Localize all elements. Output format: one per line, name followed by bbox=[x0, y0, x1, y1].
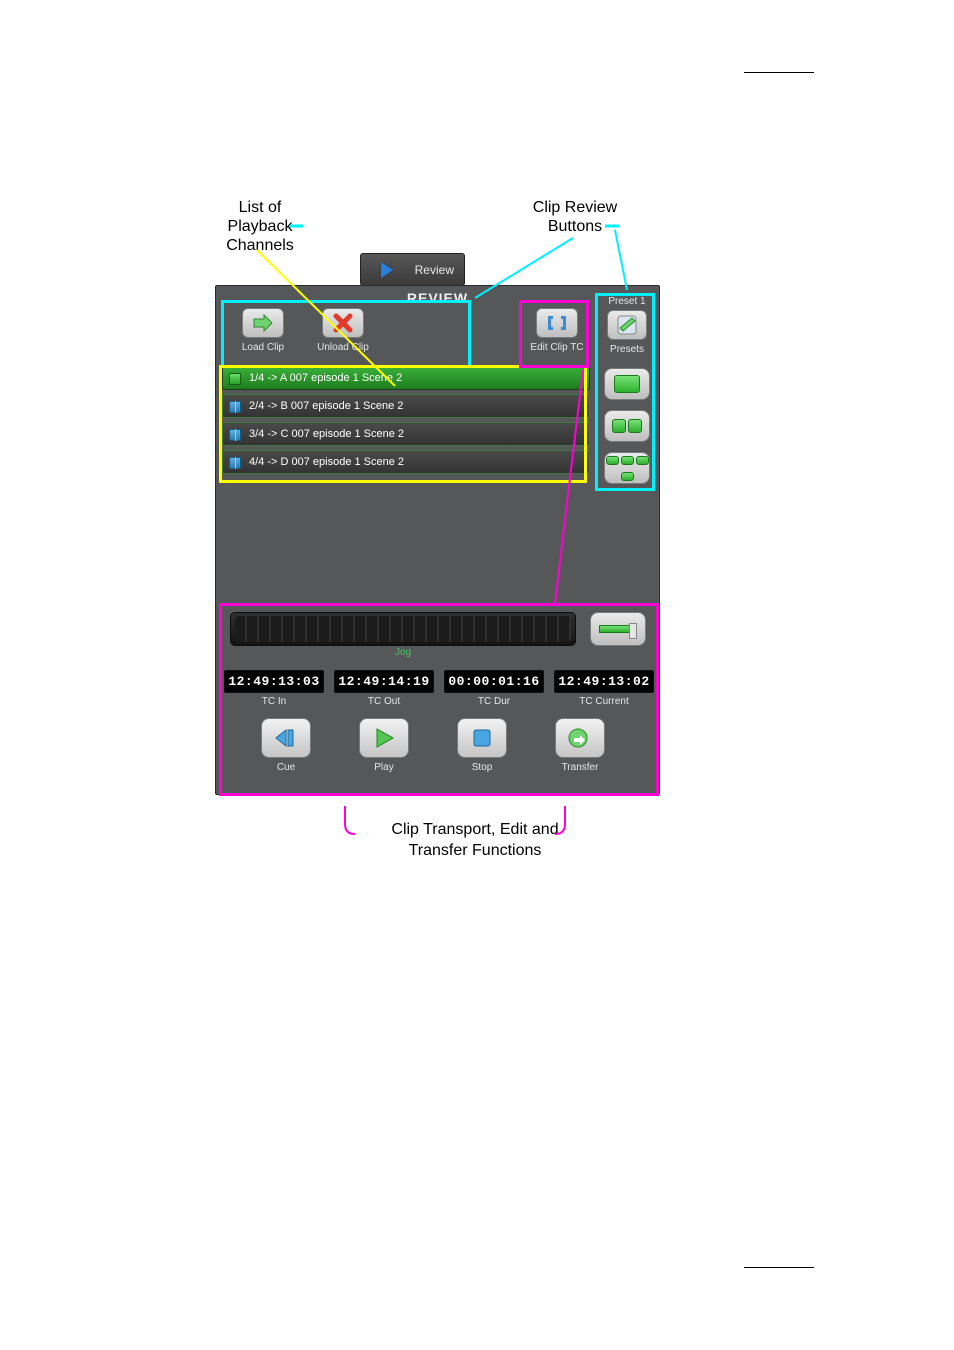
channel-row[interactable]: 1/4 -> A 007 episode 1 Scene 2 bbox=[222, 366, 590, 390]
tc-out-value[interactable]: 12:49:14:19 bbox=[334, 670, 434, 693]
tc-in-value[interactable]: 12:49:13:03 bbox=[224, 670, 324, 693]
transfer-button[interactable] bbox=[555, 718, 605, 758]
load-clip-label: Load Clip bbox=[232, 342, 294, 353]
annotation-transport: Clip Transport, Edit and Transfer Functi… bbox=[355, 820, 595, 862]
channel-row-label: 2/4 -> B 007 episode 1 Scene 2 bbox=[249, 400, 403, 412]
review-tab-button[interactable]: Review bbox=[360, 253, 465, 286]
presets-label: Presets bbox=[599, 344, 655, 355]
edit-clip-tc-label: Edit Clip TC bbox=[526, 342, 588, 353]
tc-dur-label: TC Dur bbox=[444, 696, 544, 707]
cue-button[interactable] bbox=[261, 718, 311, 758]
channel-indicator-icon bbox=[229, 429, 241, 441]
review-panel: REVIEW Load Clip Unload Clip Edit Clip T… bbox=[215, 285, 660, 795]
stop-icon bbox=[471, 727, 493, 749]
edit-clip-tc-button[interactable]: Edit Clip TC bbox=[526, 308, 588, 353]
presets-button[interactable] bbox=[607, 310, 647, 340]
channel-row[interactable]: 2/4 -> B 007 episode 1 Scene 2 bbox=[222, 394, 590, 418]
tc-dur-value[interactable]: 00:00:01:16 bbox=[444, 670, 544, 693]
channel-indicator-icon bbox=[229, 457, 241, 469]
layout-4up-button[interactable] bbox=[604, 452, 650, 484]
layout-2up-icon bbox=[628, 419, 642, 433]
stop-button[interactable] bbox=[457, 718, 507, 758]
stop-label: Stop bbox=[452, 762, 512, 773]
jog-wheel[interactable] bbox=[230, 612, 576, 646]
play-button[interactable] bbox=[359, 718, 409, 758]
channel-row-label: 1/4 -> A 007 episode 1 Scene 2 bbox=[249, 372, 402, 384]
layout-4up-icon bbox=[621, 456, 634, 465]
preset-index-label: Preset 1 bbox=[599, 296, 655, 307]
layout-2up-icon bbox=[612, 419, 626, 433]
tc-current-label: TC Current bbox=[554, 696, 654, 707]
tc-in-label: TC In bbox=[224, 696, 324, 707]
brackets-icon bbox=[545, 314, 569, 332]
layout-1up-button[interactable] bbox=[604, 368, 650, 400]
jog-label: Jog bbox=[230, 647, 576, 658]
arrow-right-icon bbox=[252, 314, 274, 332]
panel-title: REVIEW bbox=[216, 290, 659, 306]
review-tab-label: Review bbox=[415, 263, 454, 277]
transfer-label: Transfer bbox=[550, 762, 610, 773]
layout-4up-icon bbox=[636, 456, 649, 465]
channel-indicator-icon bbox=[229, 373, 241, 385]
annotation-playback-channels: List of Playback Channels bbox=[200, 198, 320, 256]
play-icon bbox=[372, 727, 396, 749]
jog-speed-slider[interactable] bbox=[590, 612, 646, 646]
channel-row-label: 3/4 -> C 007 episode 1 Scene 2 bbox=[249, 428, 404, 440]
unload-clip-label: Unload Clip bbox=[312, 342, 374, 353]
play-icon bbox=[381, 262, 393, 278]
channel-row-label: 4/4 -> D 007 episode 1 Scene 2 bbox=[249, 456, 404, 468]
channel-indicator-icon bbox=[229, 401, 241, 413]
channel-row[interactable]: 3/4 -> C 007 episode 1 Scene 2 bbox=[222, 422, 590, 446]
layout-4up-icon bbox=[621, 472, 634, 481]
playback-channel-list: 1/4 -> A 007 episode 1 Scene 2 2/4 -> B … bbox=[222, 366, 590, 478]
cue-icon bbox=[272, 727, 300, 749]
x-icon bbox=[333, 313, 353, 333]
preset-icon bbox=[616, 314, 638, 336]
play-label: Play bbox=[354, 762, 414, 773]
tc-current-value[interactable]: 12:49:13:02 bbox=[554, 670, 654, 693]
slider-icon bbox=[599, 625, 637, 633]
cue-label: Cue bbox=[256, 762, 316, 773]
unload-clip-button[interactable]: Unload Clip bbox=[312, 308, 374, 353]
load-clip-button[interactable]: Load Clip bbox=[232, 308, 294, 353]
layout-1up-icon bbox=[614, 375, 640, 393]
tc-out-label: TC Out bbox=[334, 696, 434, 707]
layout-4up-icon bbox=[606, 456, 619, 465]
channel-row[interactable]: 4/4 -> D 007 episode 1 Scene 2 bbox=[222, 450, 590, 474]
annotation-clip-review: Clip Review Buttons bbox=[515, 198, 635, 236]
transfer-icon bbox=[567, 727, 593, 749]
layout-2up-button[interactable] bbox=[604, 410, 650, 442]
